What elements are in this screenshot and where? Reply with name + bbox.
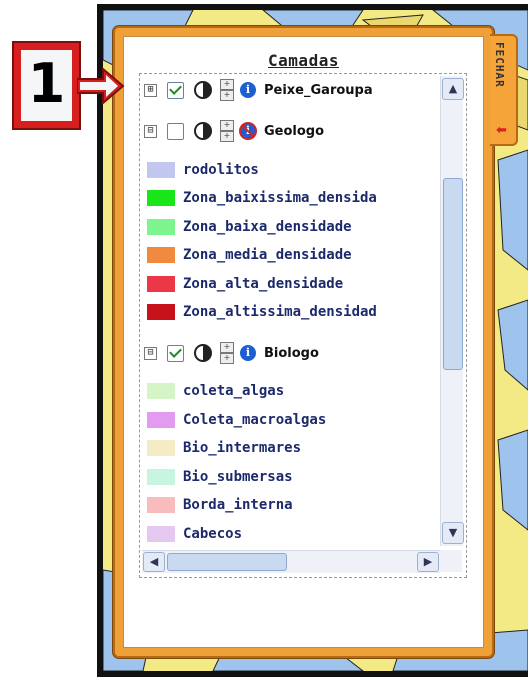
legend-label: Coleta_macroalgas [183, 412, 327, 428]
close-panel-tab[interactable]: FECHAR ⬅ [490, 34, 518, 146]
legend-label: Zona_baixa_densidade [183, 219, 352, 235]
layer-visibility-checkbox[interactable] [167, 81, 184, 99]
scroll-left-icon[interactable]: ◀ [143, 552, 165, 572]
legend-swatch [147, 526, 175, 542]
layer-row-peixe-garoupa: ⊞ + + i Peixe_Garoupa [144, 79, 373, 101]
legend-swatch [147, 412, 175, 428]
move-up-icon[interactable]: + [220, 342, 234, 353]
layer-order-control: + + [220, 120, 234, 142]
move-down-icon[interactable]: + [220, 90, 234, 101]
legend-swatch [147, 219, 175, 235]
legend-item: Cabecos [147, 523, 242, 545]
layer-row-biologo: ⊟ + + i Biologo [144, 342, 319, 364]
legend-label: Zona_baixissima_densida [183, 190, 377, 206]
legend-label: Zona_altissima_densidad [183, 304, 377, 320]
opacity-icon[interactable] [194, 122, 212, 140]
legend-item: Borda_interna [147, 494, 293, 516]
legend-item: Zona_altissima_densidad [147, 301, 377, 323]
legend-swatch [147, 162, 175, 178]
callout-number: 1 [27, 52, 66, 115]
legend-swatch [147, 440, 175, 456]
scroll-right-icon[interactable]: ▶ [417, 552, 439, 572]
opacity-icon[interactable] [194, 344, 212, 362]
legend-item: Zona_media_densidade [147, 244, 352, 266]
legend-label: Zona_alta_densidade [183, 276, 344, 292]
legend-swatch [147, 383, 175, 399]
legend-swatch [147, 276, 175, 292]
vertical-scroll-thumb[interactable] [443, 178, 463, 370]
layer-name: Peixe_Garoupa [264, 82, 373, 98]
opacity-icon[interactable] [194, 81, 212, 99]
scroll-up-icon[interactable]: ▲ [442, 78, 464, 100]
expand-icon[interactable]: ⊞ [144, 83, 157, 97]
layer-order-control: + + [220, 79, 234, 101]
scroll-down-icon[interactable]: ▼ [442, 522, 464, 544]
layer-row-geologo: ⊟ + + i Geologo [144, 120, 324, 142]
scrollbar-corner [440, 550, 462, 572]
legend-label: Borda_interna [183, 497, 293, 513]
legend-label: coleta_algas [183, 383, 285, 399]
layer-name: Biologo [264, 345, 319, 361]
panel-title: Camadas [268, 51, 339, 70]
move-up-icon[interactable]: + [220, 120, 234, 131]
arrow-left-icon: ⬅ [496, 123, 507, 138]
legend-swatch [147, 497, 175, 513]
layer-name: Geologo [264, 123, 325, 139]
legend-label: rodolitos [183, 162, 259, 178]
legend-item: coleta_algas [147, 380, 284, 402]
legend-label: Zona_media_densidade [183, 247, 352, 263]
legend-item: Zona_baixa_densidade [147, 216, 352, 238]
vertical-scrollbar[interactable]: ▲ ▼ [440, 76, 464, 546]
legend-swatch [147, 247, 175, 263]
callout-badge: 1 [12, 41, 81, 130]
horizontal-scroll-thumb[interactable] [167, 553, 287, 571]
info-icon[interactable]: i [240, 82, 256, 98]
collapse-icon[interactable]: ⊟ [144, 124, 157, 138]
legend-label: Bio_intermares [183, 440, 302, 456]
legend-item: Coleta_macroalgas [147, 409, 326, 431]
callout-badge-face: 1 [21, 50, 72, 121]
legend-item: Bio_intermares [147, 437, 301, 459]
info-icon[interactable]: i [240, 345, 256, 361]
move-up-icon[interactable]: + [220, 79, 234, 90]
horizontal-scrollbar[interactable]: ◀ ▶ [142, 550, 440, 573]
legend-swatch [147, 469, 175, 485]
layer-visibility-checkbox[interactable] [167, 122, 184, 140]
legend-label: Cabecos [183, 526, 243, 542]
close-tab-label: FECHAR [493, 42, 506, 88]
legend-item: rodolitos [147, 159, 259, 181]
move-down-icon[interactable]: + [220, 353, 234, 364]
move-down-icon[interactable]: + [220, 131, 234, 142]
info-disabled-icon[interactable]: i [239, 122, 257, 140]
legend-item: Zona_alta_densidade [147, 273, 343, 295]
legend-item: Bio_submersas [147, 466, 293, 488]
layer-order-control: + + [220, 342, 234, 364]
legend-swatch [147, 304, 175, 320]
legend-swatch [147, 190, 175, 206]
layer-visibility-checkbox[interactable] [167, 344, 184, 362]
legend-label: Bio_submersas [183, 469, 293, 485]
collapse-icon[interactable]: ⊟ [144, 346, 157, 360]
legend-item: Zona_baixissima_densida [147, 187, 377, 209]
callout-arrow-icon [77, 68, 125, 104]
